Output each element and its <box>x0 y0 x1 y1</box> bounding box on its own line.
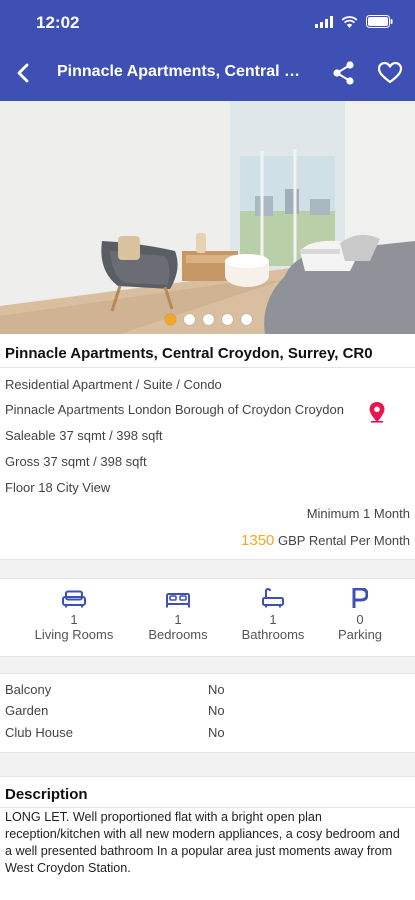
section-spacer <box>0 657 415 673</box>
gallery-dot[interactable] <box>222 314 233 325</box>
rental-price: 1350 GBP Rental Per Month <box>241 532 410 549</box>
divider <box>0 559 415 560</box>
listing-photo[interactable] <box>0 101 415 334</box>
feature-count: 1 <box>70 612 78 627</box>
gallery-dot[interactable] <box>184 314 195 325</box>
section-spacer <box>0 559 415 578</box>
section-spacer <box>0 753 415 776</box>
feature-label: Bedrooms <box>148 627 208 642</box>
share-icon[interactable] <box>330 59 358 87</box>
divider <box>0 367 415 368</box>
amenity-value: No <box>208 682 225 697</box>
saleable-area: Saleable 37 sqmt / 398 sqft <box>5 428 163 443</box>
feature-bathrooms: 1 Bathrooms <box>223 578 323 642</box>
price-amount: 1350 <box>241 532 275 549</box>
feature-label: Living Rooms <box>34 627 114 642</box>
status-time: 12:02 <box>36 13 80 32</box>
gross-area: Gross 37 sqmt / 398 sqft <box>5 454 147 469</box>
feature-living-rooms: 1 Living Rooms <box>24 578 124 642</box>
floor-view: Floor 18 City View <box>5 480 111 495</box>
app-header: 12:02 Pinnacle Apartments, Central Croyd… <box>0 0 415 101</box>
divider <box>0 776 415 777</box>
amenity-name: Club House <box>5 725 73 740</box>
property-address[interactable]: Pinnacle Apartments London Borough of Cr… <box>5 402 353 417</box>
description-heading: Description <box>5 786 88 803</box>
amenity-name: Balcony <box>5 682 52 697</box>
nav-bar: Pinnacle Apartments, Central Croydon, Su… <box>0 56 415 90</box>
wifi-icon <box>341 15 358 28</box>
divider <box>0 673 415 674</box>
gallery-dot[interactable] <box>165 314 176 325</box>
feature-parking: 0 Parking <box>310 578 410 642</box>
feature-label: Bathrooms <box>241 627 305 642</box>
status-icons <box>315 15 393 28</box>
feature-bedrooms: 1 Bedrooms <box>128 578 228 642</box>
listing-title: Pinnacle Apartments, Central Croydon, Su… <box>5 345 373 362</box>
price-unit: GBP Rental Per Month <box>274 533 410 548</box>
gallery-dot[interactable] <box>203 314 214 325</box>
bathtub-icon <box>262 588 284 608</box>
signal-icon <box>315 15 333 28</box>
room-features: 1 Living Rooms 1 Bedrooms 1 Bathrooms 0 … <box>0 578 415 656</box>
feature-count: 1 <box>269 612 277 627</box>
property-type: Residential Apartment / Suite / Condo <box>5 377 222 392</box>
page-title: Pinnacle Apartments, Central Croydon, Su… <box>57 63 307 80</box>
heart-icon[interactable] <box>376 59 404 87</box>
divider <box>0 807 415 808</box>
battery-icon <box>366 15 393 28</box>
apartment-photo-illustration <box>0 101 415 334</box>
amenity-name: Garden <box>5 703 49 718</box>
parking-icon <box>352 588 368 608</box>
description-text: LONG LET. Well proportioned flat with a … <box>5 810 400 875</box>
amenity-value: No <box>208 703 225 718</box>
feature-count: 0 <box>356 612 364 627</box>
amenity-value: No <box>208 725 225 740</box>
gallery-dot[interactable] <box>241 314 252 325</box>
back-icon[interactable] <box>10 59 38 87</box>
map-pin-icon[interactable] <box>368 401 386 423</box>
minimum-term: Minimum 1 Month <box>306 506 410 521</box>
feature-count: 1 <box>174 612 182 627</box>
feature-label: Parking <box>337 627 383 642</box>
status-bar: 12:02 <box>0 12 415 34</box>
bed-icon <box>166 593 190 608</box>
gallery-pagination[interactable] <box>165 314 252 325</box>
sofa-icon <box>62 590 86 608</box>
